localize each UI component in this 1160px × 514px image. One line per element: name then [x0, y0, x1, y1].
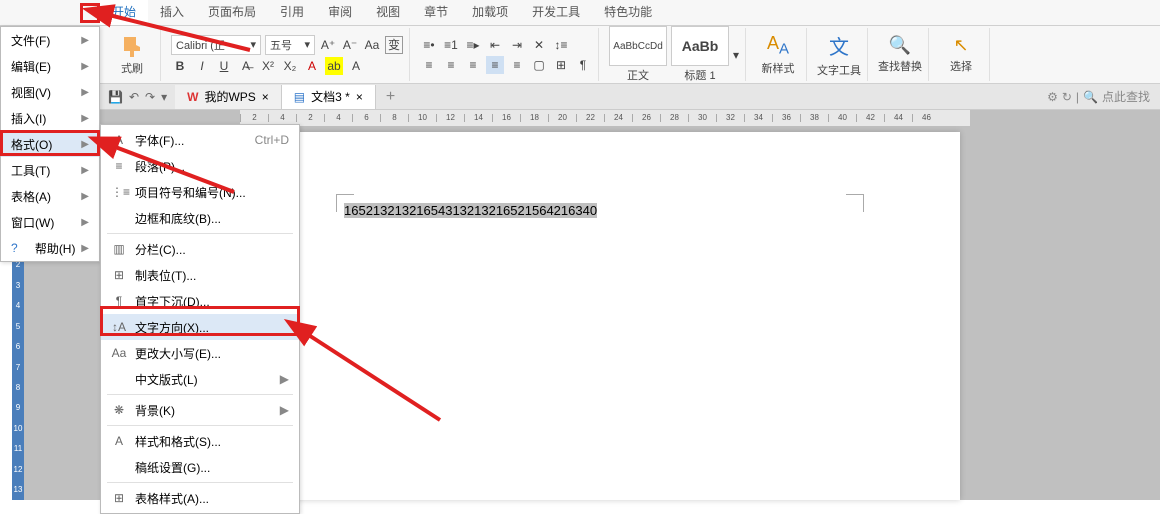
submenu-item[interactable]: 边框和底纹(B)... [101, 205, 299, 231]
styles-more-button[interactable]: ▾ [733, 48, 739, 62]
select-button[interactable]: ↖ 选择 [939, 30, 983, 80]
tab-review[interactable]: 审阅 [316, 0, 364, 25]
tab-references[interactable]: 引用 [268, 0, 316, 25]
submenu-item[interactable]: ⋮≡项目符号和编号(N)... [101, 179, 299, 205]
new-style-button[interactable]: AA 新样式 [756, 30, 800, 80]
page[interactable]: 16521321321654313213216521564216340 [240, 132, 960, 500]
line-spacing-button[interactable]: ↕≡ [552, 36, 570, 54]
style-normal[interactable]: AaBbCcDd [609, 26, 667, 66]
horizontal-ruler[interactable]: 2424681012141618202224262830323436384042… [240, 110, 970, 126]
format-submenu: A字体(F)...Ctrl+D≡段落(P)...⋮≡项目符号和编号(N)...边… [100, 124, 300, 514]
submenu-item[interactable]: ⊞表格样式(A)... [101, 485, 299, 511]
strikethrough-button[interactable]: A̶ [237, 57, 255, 75]
redo-icon[interactable]: ↷ [145, 90, 155, 104]
align-distribute-button[interactable]: ≡ [508, 56, 526, 74]
submenu-item[interactable]: ❋背景(K)▶ [101, 397, 299, 423]
font-color-button[interactable]: A [303, 57, 321, 75]
submenu-item[interactable]: ↕A文字方向(X)... [101, 314, 299, 340]
shrink-font-button[interactable]: A⁻ [341, 36, 359, 54]
menu-item[interactable]: 文件(F)▶ [1, 27, 99, 53]
undo-icon[interactable]: ↶ [129, 90, 139, 104]
submenu-item[interactable]: ▥分栏(C)... [101, 236, 299, 262]
show-marks-button[interactable]: ¶ [574, 56, 592, 74]
menu-tabs: 开始 插入 页面布局 引用 审阅 视图 章节 加载项 开发工具 特色功能 [0, 0, 1160, 26]
style-normal-label: 正文 [627, 67, 649, 83]
underline-button[interactable]: U [215, 57, 233, 75]
grow-font-button[interactable]: A⁺ [319, 36, 337, 54]
multilevel-button[interactable]: ≡▸ [464, 36, 482, 54]
text-direction-button[interactable]: ✕ [530, 36, 548, 54]
bullets-button[interactable]: ≡• [420, 36, 438, 54]
change-case-button[interactable]: Aa [363, 36, 381, 54]
font-name-select[interactable]: Calibri (正▾ [171, 35, 261, 55]
tab-chapter[interactable]: 章节 [412, 0, 460, 25]
doc-tab-mywps[interactable]: W 我的WPS × [175, 85, 282, 109]
close-tab-icon[interactable]: × [262, 90, 269, 104]
phonetic-guide-button[interactable]: 变 [385, 36, 403, 54]
tab-developer[interactable]: 开发工具 [520, 0, 592, 25]
tab-start[interactable]: 开始 [100, 0, 148, 25]
tab-page-layout[interactable]: 页面布局 [196, 0, 268, 25]
document-icon: ▤ [294, 90, 305, 104]
style-heading1[interactable]: AaBb [671, 26, 729, 66]
align-justify-button[interactable]: ≡ [486, 56, 504, 74]
bold-button[interactable]: B [171, 57, 189, 75]
superscript-button[interactable]: X² [259, 57, 277, 75]
search-hint[interactable]: 点此查找 [1102, 88, 1150, 105]
selected-text[interactable]: 16521321321654313213216521564216340 [344, 203, 597, 218]
submenu-item[interactable]: Aa更改大小写(E)... [101, 340, 299, 366]
menu-item[interactable]: 编辑(E)▶ [1, 53, 99, 79]
wps-logo-icon: W [187, 90, 198, 104]
menu-item[interactable]: ?帮助(H)▶ [1, 235, 99, 261]
close-tab-icon[interactable]: × [356, 90, 363, 104]
qat-more-icon[interactable]: ▾ [161, 90, 167, 104]
find-replace-button[interactable]: 🔍 查找替换 [878, 30, 922, 80]
document-tabs: 💾 ↶ ↷ ▾ W 我的WPS × ▤ 文档3 * × + ⚙ ↻ | 🔍 点此… [100, 84, 1160, 110]
submenu-item[interactable]: ⊞制表位(T)... [101, 262, 299, 288]
menu-item[interactable]: 格式(O)▶ [1, 131, 99, 157]
menu-item[interactable]: 表格(A)▶ [1, 183, 99, 209]
align-center-button[interactable]: ≡ [442, 56, 460, 74]
italic-button[interactable]: I [193, 57, 211, 75]
menu-item[interactable]: 视图(V)▶ [1, 79, 99, 105]
highlight-button[interactable]: ab [325, 57, 343, 75]
submenu-item[interactable]: A样式和格式(S)... [101, 428, 299, 454]
save-icon[interactable]: 💾 [108, 90, 123, 104]
tab-addins[interactable]: 加载项 [460, 0, 520, 25]
borders-button[interactable]: ⊞ [552, 56, 570, 74]
submenu-item[interactable]: ¶首字下沉(D)... [101, 288, 299, 314]
settings-icon[interactable]: ⚙ [1047, 90, 1058, 104]
main-dropdown-menu: 文件(F)▶编辑(E)▶视图(V)▶插入(I)▶格式(O)▶工具(T)▶表格(A… [0, 26, 100, 262]
text-tools-button[interactable]: 文 文字工具 [817, 30, 861, 80]
tab-insert[interactable]: 插入 [148, 0, 196, 25]
shading-button[interactable]: ▢ [530, 56, 548, 74]
submenu-item[interactable]: A字体(F)...Ctrl+D [101, 127, 299, 153]
submenu-item[interactable]: 中文版式(L)▶ [101, 366, 299, 392]
align-left-button[interactable]: ≡ [420, 56, 438, 74]
char-border-button[interactable]: A [347, 57, 365, 75]
increase-indent-button[interactable]: ⇥ [508, 36, 526, 54]
numbering-button[interactable]: ≡1 [442, 36, 460, 54]
decrease-indent-button[interactable]: ⇤ [486, 36, 504, 54]
sync-icon[interactable]: ↻ [1062, 90, 1072, 104]
submenu-item[interactable]: ≡段落(P)... [101, 153, 299, 179]
align-right-button[interactable]: ≡ [464, 56, 482, 74]
tab-view[interactable]: 视图 [364, 0, 412, 25]
format-painter-label: 式刷 [121, 60, 143, 76]
font-size-select[interactable]: 五号▾ [265, 35, 315, 55]
new-tab-button[interactable]: + [376, 88, 405, 106]
search-icon[interactable]: 🔍 [1083, 90, 1098, 104]
doc-tab-doc3[interactable]: ▤ 文档3 * × [282, 85, 376, 109]
ribbon: 式刷 Calibri (正▾ 五号▾ A⁺ A⁻ Aa 变 B I U A̶ X… [100, 26, 1160, 84]
menu-item[interactable]: 插入(I)▶ [1, 105, 99, 131]
submenu-item[interactable]: 稿纸设置(G)... [101, 454, 299, 480]
menu-item[interactable]: 工具(T)▶ [1, 157, 99, 183]
menu-item[interactable]: 窗口(W)▶ [1, 209, 99, 235]
tab-features[interactable]: 特色功能 [592, 0, 664, 25]
format-painter-button[interactable]: 式刷 [110, 30, 154, 80]
style-heading1-label: 标题 1 [684, 67, 715, 83]
subscript-button[interactable]: X₂ [281, 57, 299, 75]
